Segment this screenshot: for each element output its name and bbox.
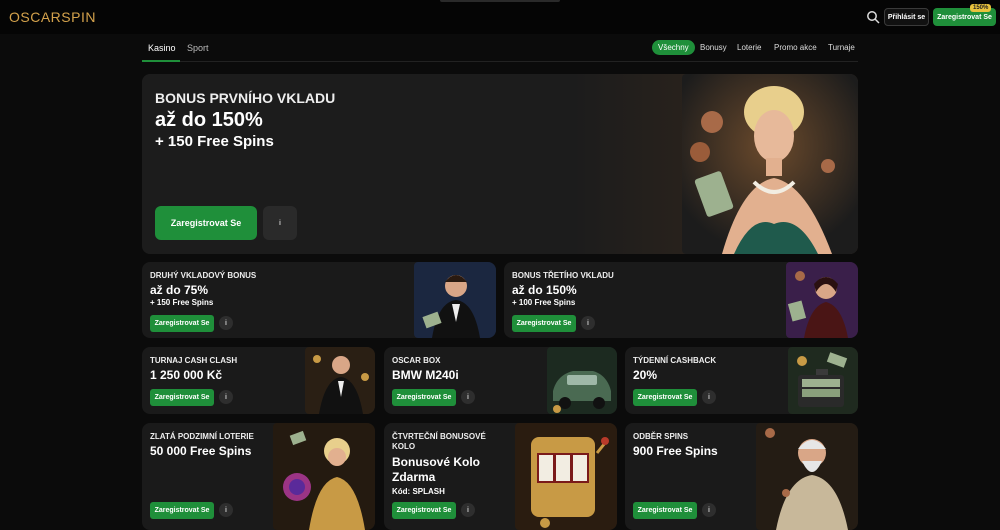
top-notch [440, 0, 560, 2]
promo-amount: Bonusové Kolo Zdarma [392, 455, 481, 484]
promo-info-button[interactable]: i [219, 316, 233, 330]
filter-promos[interactable]: Promo akce [768, 40, 823, 55]
hero-card: BONUS PRVNÍHO VKLADU až do 150% + 150 Fr… [142, 74, 858, 254]
promo-register-button[interactable]: Zaregistrovat Se [392, 389, 456, 406]
promo-amount: 50 000 Free Spins [150, 444, 252, 458]
filter-all[interactable]: Všechny [652, 40, 695, 55]
logo[interactable]: OSCARSPIN [9, 9, 96, 25]
promo-amount: 1 250 000 Kč [150, 368, 223, 382]
promo-info-button[interactable]: i [461, 390, 475, 404]
promo-register-button[interactable]: Zaregistrovat Se [150, 389, 214, 406]
promo-card: OSCAR BOX BMW M240i Zaregistrovat Se i [384, 347, 617, 414]
promo-title: ČTVRTEČNÍ BONUSOVÉ KOLO [392, 432, 486, 451]
tuxedo-man-illustration [305, 347, 375, 414]
promo-spins: + 150 Free Spins [150, 298, 214, 307]
promo-card: BONUS TŘETÍHO VKLADU až do 150% + 100 Fr… [504, 262, 858, 338]
woman-with-cash-illustration [786, 262, 858, 338]
cash-suitcase-illustration [788, 347, 858, 414]
promo-title: OSCAR BOX [392, 356, 441, 365]
promo-spins: + 100 Free Spins [512, 298, 576, 307]
top-bar: OSCARSPIN Přihlásit se Zaregistrovat Se … [0, 0, 1000, 34]
hero-info-button[interactable]: i [263, 206, 297, 240]
category-nav: Kasino Sport Všechny Bonusy Loterie Prom… [142, 38, 858, 62]
promo-title: BONUS TŘETÍHO VKLADU [512, 271, 614, 280]
promo-code: Kód: SPLASH [392, 487, 445, 496]
promo-info-button[interactable]: i [461, 503, 475, 517]
promo-card: ZLATÁ PODZIMNÍ LOTERIE 50 000 Free Spins… [142, 423, 375, 530]
car-illustration [547, 347, 617, 414]
promo-register-button[interactable]: Zaregistrovat Se [512, 315, 576, 332]
promo-amount: BMW M240i [392, 368, 459, 382]
search-icon[interactable] [866, 10, 880, 24]
man-in-tuxedo-illustration [414, 262, 496, 338]
tab-sport[interactable]: Sport [187, 43, 209, 53]
promo-card: TÝDENNÍ CASHBACK 20% Zaregistrovat Se i [625, 347, 858, 414]
tab-kasino[interactable]: Kasino [148, 43, 176, 53]
promo-card: DRUHÝ VKLADOVÝ BONUS až do 75% + 150 Fre… [142, 262, 496, 338]
promo-info-button[interactable]: i [702, 390, 716, 404]
promo-amount: až do 75% [150, 283, 209, 297]
promo-info-button[interactable]: i [219, 503, 233, 517]
promo-amount: 900 Free Spins [633, 444, 718, 458]
slot-machine-illustration [515, 423, 617, 530]
woman-with-orb-illustration [273, 423, 375, 530]
promo-info-button[interactable]: i [581, 316, 595, 330]
promo-register-button[interactable]: Zaregistrovat Se [150, 502, 214, 519]
promo-amount: až do 150% [512, 283, 577, 297]
zeus-illustration [756, 423, 858, 530]
hero-title: BONUS PRVNÍHO VKLADU [155, 90, 336, 106]
bonus-badge: 150% [970, 4, 992, 12]
promo-title: TURNAJ CASH CLASH [150, 356, 238, 365]
promo-amount: 20% [633, 368, 658, 382]
filter-lotteries[interactable]: Loterie [731, 40, 767, 55]
promo-title: DRUHÝ VKLADOVÝ BONUS [150, 271, 257, 280]
hero-register-button[interactable]: Zaregistrovat Se [155, 206, 257, 240]
promo-register-button[interactable]: Zaregistrovat Se [392, 502, 456, 519]
promo-title: ZLATÁ PODZIMNÍ LOTERIE [150, 432, 254, 441]
promo-register-button[interactable]: Zaregistrovat Se [633, 502, 697, 519]
promo-card: ČTVRTEČNÍ BONUSOVÉ KOLO Bonusové Kolo Zd… [384, 423, 617, 530]
promo-register-button[interactable]: Zaregistrovat Se [150, 315, 214, 332]
login-button[interactable]: Přihlásit se [884, 8, 929, 26]
promo-info-button[interactable]: i [219, 390, 233, 404]
promo-card: ODBĚR SPINS 900 Free Spins Zaregistrovat… [625, 423, 858, 530]
promo-title: TÝDENNÍ CASHBACK [633, 356, 717, 365]
promo-card: TURNAJ CASH CLASH 1 250 000 Kč Zaregistr… [142, 347, 375, 414]
hero-woman-illustration [682, 74, 858, 254]
hero-amount: až do 150% [155, 109, 263, 131]
filter-bonuses[interactable]: Bonusy [694, 40, 733, 55]
promo-register-button[interactable]: Zaregistrovat Se [633, 389, 697, 406]
filter-tournaments[interactable]: Turnaje [822, 40, 861, 55]
promo-title: ODBĚR SPINS [633, 432, 689, 441]
active-tab-underline [142, 60, 180, 62]
promo-info-button[interactable]: i [702, 503, 716, 517]
hero-spins: + 150 Free Spins [155, 133, 274, 150]
